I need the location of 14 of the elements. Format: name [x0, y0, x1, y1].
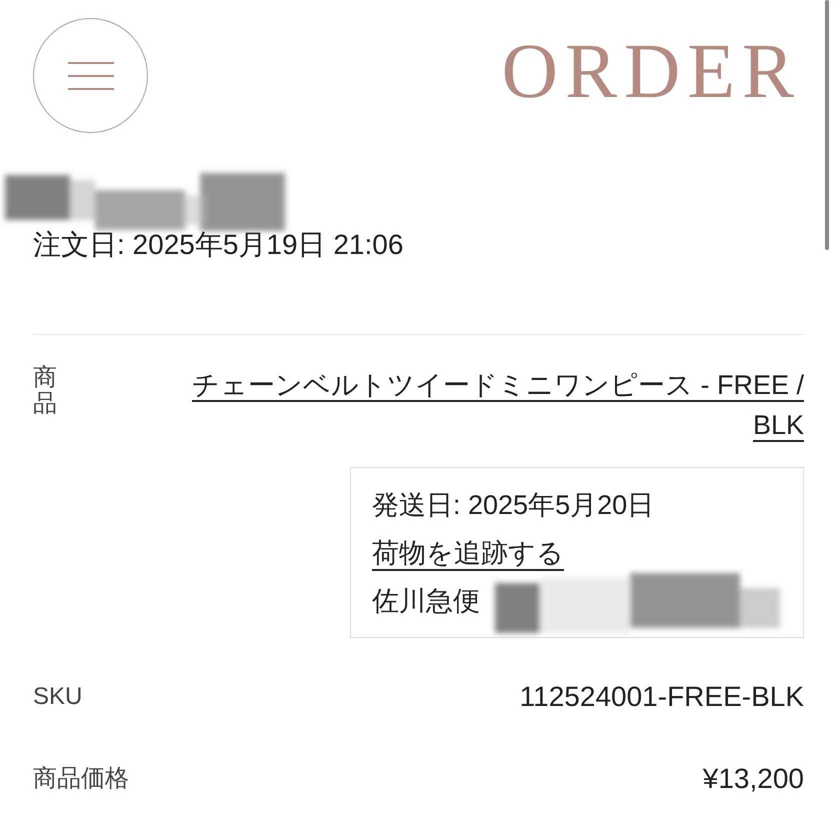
- order-date: 注文日: 2025年5月19日 21:06: [33, 231, 404, 259]
- page-title: ORDER: [502, 32, 801, 110]
- detail-label: 商品価格: [33, 764, 129, 794]
- product-link[interactable]: チェーンベルトツイードミニワンピース - FREE / BLK: [144, 365, 804, 445]
- product-label: 商品: [33, 365, 57, 420]
- carrier-name: 佐川急便: [372, 586, 480, 616]
- scrollbar[interactable]: [825, 0, 829, 250]
- detail-label: SKU: [33, 682, 82, 712]
- menu-icon: [68, 62, 114, 90]
- tracking-link[interactable]: 荷物を追跡する: [372, 538, 564, 568]
- ship-date: 発送日: 2025年5月20日: [372, 489, 656, 522]
- detail-value: 112524001-FREE-BLK: [520, 680, 804, 714]
- menu-button[interactable]: [33, 18, 148, 133]
- detail-value: ¥13,200: [702, 762, 804, 796]
